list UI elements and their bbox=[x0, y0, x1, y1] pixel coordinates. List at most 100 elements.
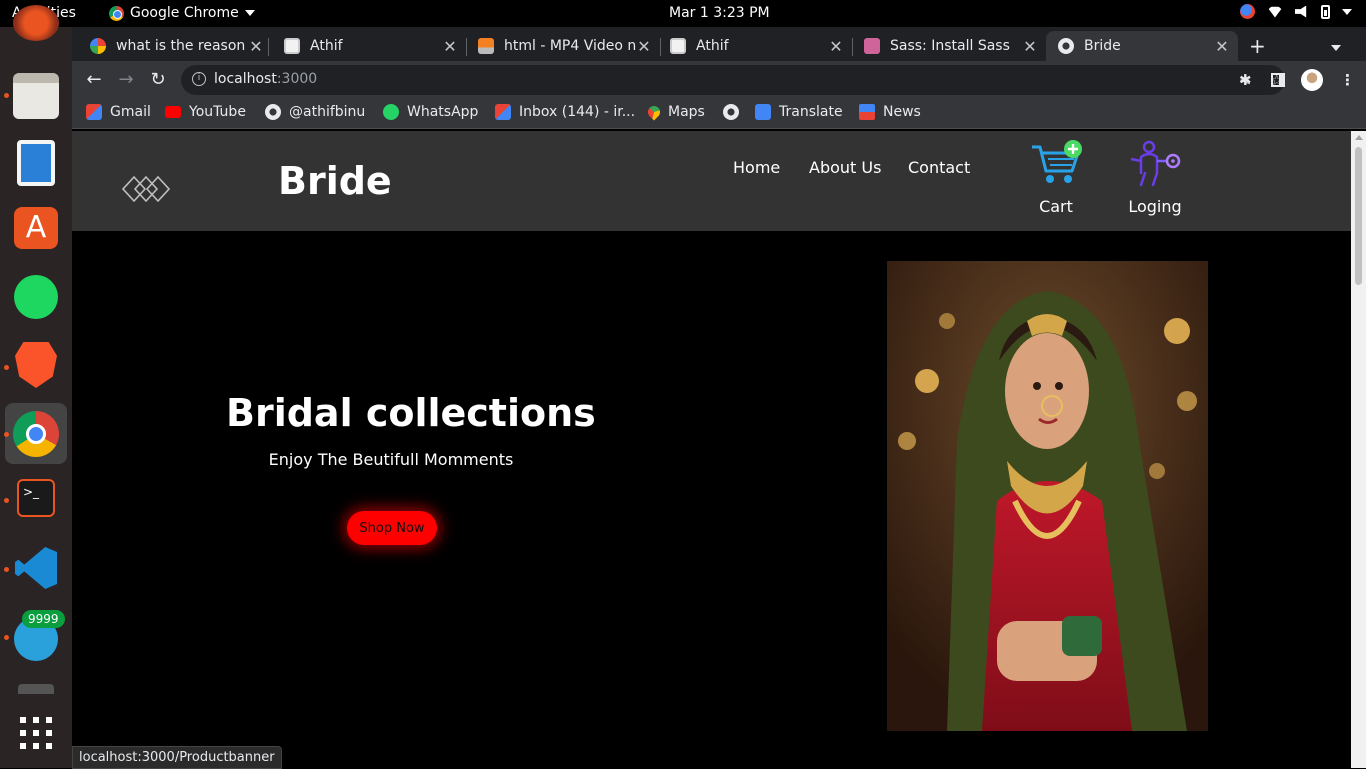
login-label: Loging bbox=[1128, 197, 1182, 216]
bookmark-label: YouTube bbox=[189, 104, 246, 120]
nav-home[interactable]: Home bbox=[733, 158, 780, 177]
globe-icon bbox=[1058, 38, 1074, 54]
close-icon[interactable]: ✕ bbox=[1214, 37, 1230, 56]
clock[interactable]: Mar 1 3:23 PM bbox=[669, 5, 770, 21]
bookmark-label: Translate bbox=[779, 104, 843, 120]
chrome-notification-icon[interactable] bbox=[1240, 4, 1255, 19]
youtube-icon bbox=[165, 106, 181, 118]
bookmark-label: WhatsApp bbox=[407, 104, 479, 120]
running-indicator bbox=[4, 365, 9, 370]
volume-icon[interactable] bbox=[1295, 5, 1307, 18]
login-user-icon bbox=[1130, 140, 1181, 187]
document-viewer-icon[interactable] bbox=[17, 140, 55, 186]
tab-separator bbox=[852, 38, 853, 56]
system-tray[interactable] bbox=[1240, 4, 1352, 19]
firefox-icon[interactable] bbox=[13, 5, 59, 41]
profile-avatar[interactable] bbox=[1301, 69, 1323, 91]
page-scrollbar[interactable] bbox=[1351, 131, 1366, 768]
tab-bride[interactable]: Bride ✕ bbox=[1046, 31, 1238, 61]
site-info-icon[interactable]: i bbox=[192, 72, 206, 86]
show-applications-icon[interactable] bbox=[20, 717, 52, 749]
login-button[interactable]: Loging bbox=[1124, 139, 1186, 216]
tab-separator bbox=[660, 38, 661, 56]
close-icon[interactable]: ✕ bbox=[1022, 37, 1038, 56]
reload-button[interactable]: ↻ bbox=[147, 69, 169, 90]
app-center-icon[interactable]: A bbox=[14, 207, 58, 249]
close-icon[interactable]: ✕ bbox=[248, 37, 264, 56]
tab-athif-1[interactable]: Athif ✕ bbox=[276, 31, 462, 61]
side-panel-icon[interactable] bbox=[1271, 73, 1285, 87]
globe-icon bbox=[723, 104, 739, 120]
dock-app-partial[interactable] bbox=[18, 684, 54, 694]
vscode-icon[interactable] bbox=[15, 547, 57, 589]
chevron-down-icon[interactable] bbox=[1342, 8, 1352, 15]
brave-icon[interactable] bbox=[15, 342, 57, 388]
bookmark-translate[interactable]: Translate bbox=[755, 104, 843, 120]
bookmark-inbox[interactable]: Inbox (144) - ir... bbox=[495, 104, 635, 120]
bookmark-maps[interactable]: Maps bbox=[645, 103, 705, 121]
terminal-icon[interactable]: >_ bbox=[17, 479, 55, 517]
tab-sass[interactable]: Sass: Install Sass ✕ bbox=[856, 31, 1042, 61]
bride-photo bbox=[887, 261, 1208, 731]
system-top-bar: Activities Google Chrome Mar 1 3:23 PM bbox=[0, 0, 1366, 27]
close-icon[interactable]: ✕ bbox=[442, 37, 458, 56]
bookmark-globe[interactable] bbox=[723, 104, 747, 120]
tab-stackoverflow[interactable]: html - MP4 Video n ✕ bbox=[470, 31, 656, 61]
chrome-dock-icon[interactable] bbox=[13, 411, 59, 457]
bookmark-whatsapp[interactable]: WhatsApp bbox=[383, 104, 478, 120]
wifi-icon[interactable] bbox=[1267, 6, 1283, 18]
hero-title: Bridal collections bbox=[226, 391, 596, 435]
cart-icon bbox=[1032, 140, 1082, 183]
files-icon[interactable] bbox=[13, 73, 59, 119]
bookmark-news[interactable]: News bbox=[859, 104, 921, 120]
google-icon bbox=[90, 38, 106, 54]
scroll-thumb[interactable] bbox=[1355, 147, 1362, 285]
spotify-icon[interactable] bbox=[14, 275, 58, 319]
tab-title: Athif bbox=[310, 38, 343, 54]
site-brand[interactable]: Bride bbox=[278, 159, 392, 203]
more-menu-icon[interactable]: ⋮ bbox=[1340, 71, 1355, 89]
logo-icon[interactable] bbox=[122, 176, 170, 202]
notification-badge: 9999 bbox=[22, 610, 65, 628]
close-icon[interactable]: ✕ bbox=[828, 37, 844, 56]
nav-contact[interactable]: Contact bbox=[908, 158, 970, 177]
bookmark-label: Inbox (144) - ir... bbox=[519, 104, 636, 120]
running-indicator bbox=[4, 93, 9, 98]
bride-image bbox=[887, 261, 1208, 731]
link-status-bubble: localhost:3000/Productbanner bbox=[72, 746, 282, 769]
page-viewport: Bride Home About Us Contact Cart Loging … bbox=[72, 131, 1351, 768]
browser-toolbar: ← → ↻ i localhost:3000 ⋖ ☆ ✱ ⋮ bbox=[72, 61, 1366, 99]
new-tab-button[interactable]: + bbox=[1249, 34, 1266, 58]
bookmark-label: Gmail bbox=[110, 104, 151, 120]
tab-google[interactable]: what is the reason ✕ bbox=[82, 31, 268, 61]
shop-now-button[interactable]: Shop Now bbox=[347, 511, 437, 545]
running-indicator bbox=[4, 567, 9, 572]
back-button[interactable]: ← bbox=[83, 69, 105, 90]
tab-separator bbox=[466, 38, 467, 56]
bookmark-label: Maps bbox=[668, 104, 705, 120]
maps-icon bbox=[645, 103, 663, 121]
bookmarks-bar: Gmail YouTube @athifbinu WhatsApp Inbox … bbox=[72, 99, 1366, 129]
cart-button[interactable]: Cart bbox=[1025, 139, 1087, 216]
tab-title: what is the reason bbox=[116, 38, 246, 54]
extensions-icon[interactable]: ✱ bbox=[1239, 71, 1252, 89]
tab-search-button[interactable] bbox=[1331, 36, 1341, 55]
gmail-icon bbox=[86, 104, 102, 120]
close-icon[interactable]: ✕ bbox=[636, 37, 652, 56]
scroll-up-arrow[interactable] bbox=[1355, 135, 1363, 140]
tab-separator bbox=[268, 38, 269, 56]
dock: A >_ 9999 bbox=[0, 5, 72, 768]
nav-about-us[interactable]: About Us bbox=[809, 158, 881, 177]
chrome-icon bbox=[109, 5, 124, 21]
running-indicator bbox=[4, 498, 9, 503]
forward-button[interactable]: → bbox=[115, 69, 137, 90]
running-indicator bbox=[4, 635, 9, 640]
app-menu[interactable]: Google Chrome bbox=[109, 5, 255, 21]
bookmark-youtube[interactable]: YouTube bbox=[165, 104, 246, 120]
battery-icon[interactable] bbox=[1321, 4, 1330, 19]
address-bar[interactable]: i localhost:3000 ⋖ ☆ bbox=[181, 65, 1285, 95]
tab-athif-2[interactable]: Athif ✕ bbox=[662, 31, 848, 61]
tab-title: Bride bbox=[1084, 38, 1121, 54]
bookmark-gmail[interactable]: Gmail bbox=[86, 104, 151, 120]
bookmark-athifbinu[interactable]: @athifbinu bbox=[265, 104, 365, 120]
